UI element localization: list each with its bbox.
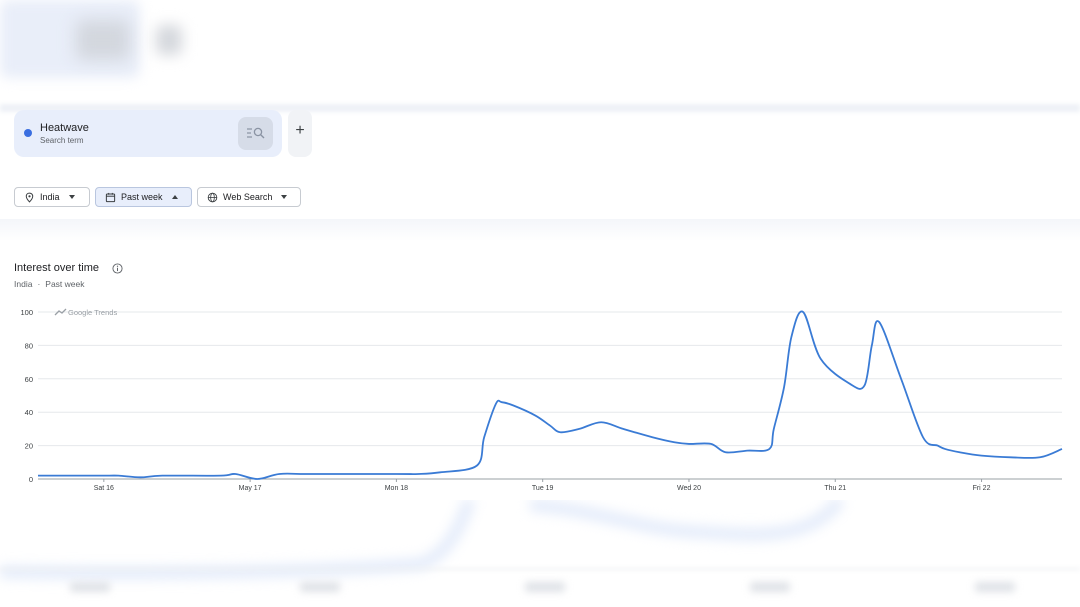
- blurred-label: [975, 582, 1015, 592]
- blurred-label: [300, 582, 340, 592]
- globe-icon: [207, 192, 218, 202]
- search-term-card[interactable]: Heatwave Search term: [14, 110, 282, 157]
- y-tick-label: 100: [20, 308, 33, 317]
- section-divider: [0, 219, 1080, 241]
- series-color-dot: [24, 129, 32, 137]
- y-tick-label: 0: [29, 475, 33, 484]
- blurred-label: [70, 582, 110, 592]
- region-filter-label: India: [40, 192, 60, 202]
- calendar-icon: [105, 192, 116, 202]
- blurred-gridline: [0, 568, 1080, 570]
- y-tick-label: 80: [25, 341, 33, 350]
- chart-subtitle-region: India: [14, 279, 33, 289]
- x-tick-label: Tue 19: [532, 485, 554, 492]
- chevron-down-icon: [281, 195, 288, 199]
- query-search-icon: [247, 127, 265, 139]
- x-tick-label: Mon 18: [385, 485, 408, 492]
- blurred-label: [525, 582, 565, 592]
- blurred-header: [0, 0, 1080, 106]
- x-tick-label: Wed 20: [677, 485, 701, 492]
- chevron-up-icon: [171, 195, 178, 199]
- search-term-name: Heatwave: [40, 122, 89, 134]
- x-tick-label: Fri 22: [973, 485, 991, 492]
- chart-subtitle-time: Past week: [45, 279, 85, 289]
- property-filter[interactable]: Web Search: [197, 187, 301, 207]
- interest-over-time-chart: 0 20 40 60 80 100 Sat 16 May 17 Mon 18 Tue 19 Wed …: [20, 308, 1063, 492]
- add-comparison-button[interactable]: +: [288, 110, 312, 157]
- time-filter-label: Past week: [121, 192, 163, 202]
- blurred-icon: [156, 25, 182, 55]
- location-pin-icon: [25, 192, 34, 203]
- y-tick-label: 40: [25, 408, 33, 417]
- x-tick-label: May 17: [239, 485, 262, 492]
- time-filter[interactable]: Past week: [95, 187, 192, 207]
- chart-subtitle: India · Past week: [14, 279, 85, 289]
- chart-subtitle-separator: ·: [37, 279, 41, 289]
- chevron-down-icon: [68, 195, 75, 199]
- region-filter[interactable]: India: [14, 187, 90, 207]
- blurred-logo: [76, 20, 130, 60]
- search-term-options-button[interactable]: [238, 117, 273, 150]
- y-tick-label: 20: [25, 442, 33, 451]
- x-tick-label: Thu 21: [824, 485, 846, 492]
- series-line: [38, 310, 1063, 480]
- search-term-type: Search term: [40, 136, 84, 145]
- trends-page: Heatwave Search term + India Past week W…: [0, 0, 1080, 607]
- x-tick-label: Sat 16: [94, 485, 114, 492]
- chart-title: Interest over time: [14, 262, 99, 274]
- info-icon[interactable]: [112, 263, 123, 274]
- blurred-label: [750, 582, 790, 592]
- blurred-footer-chart: [0, 500, 1080, 607]
- y-tick-label: 60: [25, 375, 33, 384]
- plus-icon: +: [295, 122, 305, 139]
- property-filter-label: Web Search: [223, 192, 273, 202]
- watermark-label: Google Trends: [68, 308, 117, 317]
